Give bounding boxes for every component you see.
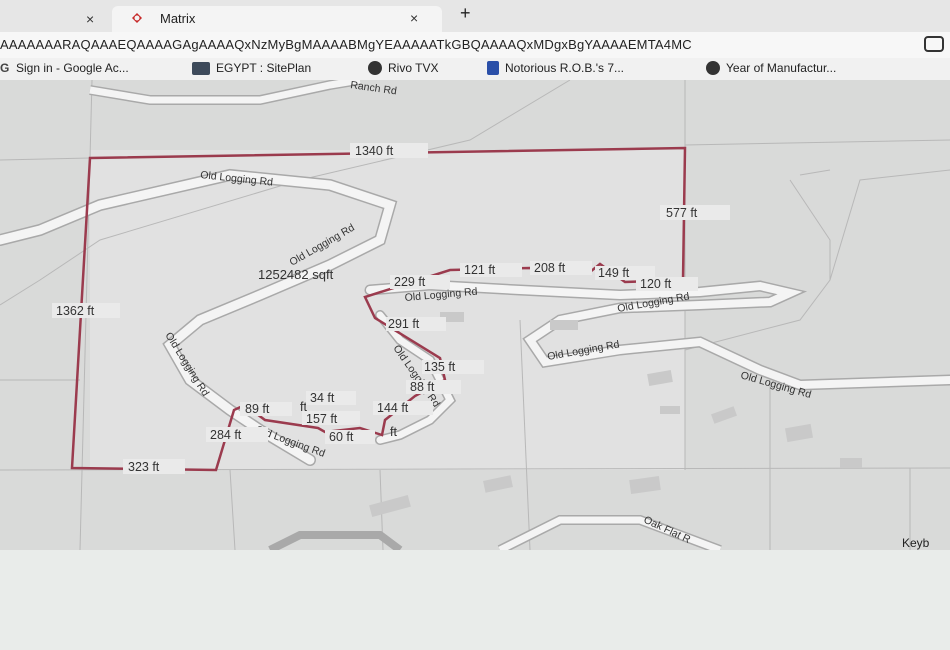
bookmark-label: EGYPT : SitePlan — [216, 61, 312, 75]
google-icon: G — [0, 61, 10, 75]
bookmark-egypt-siteplan[interactable]: EGYPT : SitePlan — [192, 61, 311, 75]
siteplan-icon — [192, 61, 210, 75]
dimension-label: 323 ft — [128, 460, 160, 474]
screen-glare-area — [0, 550, 950, 650]
close-tab-icon[interactable]: × — [86, 11, 94, 27]
matrix-favicon-icon — [130, 11, 144, 25]
bookmark-label: Year of Manufactur... — [726, 61, 837, 75]
dimension-label: 88 ft — [410, 380, 435, 394]
map-canvas[interactable]: Ranch Rd Old Logging Rd Old Logging Rd O… — [0, 80, 950, 550]
bookmark-label: Sign in - Google Ac... — [16, 61, 129, 75]
dimension-label: 157 ft — [306, 412, 338, 426]
dimension-label: 1340 ft — [355, 144, 394, 158]
dimension-label: 135 ft — [424, 360, 456, 374]
dimension-label: 34 ft — [310, 391, 335, 405]
dimension-label: 577 ft — [666, 206, 698, 220]
bookmark-label: Rivo TVX — [388, 61, 439, 75]
bookmark-label: Notorious R.O.B.'s 7... — [505, 61, 624, 75]
tab-title: Matrix — [160, 11, 196, 26]
dimension-label: 121 ft — [464, 263, 496, 277]
bookmark-icon — [487, 61, 499, 75]
extension-icon[interactable] — [924, 36, 944, 52]
globe-icon — [368, 61, 382, 75]
dimension-label: 208 ft — [534, 261, 566, 275]
url-text[interactable]: AAAAAAARAQAAAEQAAAAGAgAAAAQxNzMyBgMAAAAB… — [0, 37, 692, 52]
tab-strip: × Matrix × + — [0, 0, 950, 32]
dimension-label: 120 ft — [640, 277, 672, 291]
dimension-label: 89 ft — [245, 402, 270, 416]
site-plan-map[interactable]: Ranch Rd Old Logging Rd Old Logging Rd O… — [0, 80, 950, 550]
new-tab-icon[interactable]: + — [460, 3, 471, 24]
bookmark-notorious-rob[interactable]: Notorious R.O.B.'s 7... — [487, 61, 624, 75]
dimension-label: 291 ft — [388, 317, 420, 331]
dimension-label: 144 ft — [377, 401, 409, 415]
bookmark-rivo-tvx[interactable]: Rivo TVX — [368, 61, 438, 75]
close-tab-icon[interactable]: × — [410, 10, 418, 26]
dimension-label: 284 ft — [210, 428, 242, 442]
tab-previous[interactable]: × — [0, 6, 110, 32]
tab-matrix[interactable]: Matrix × — [112, 6, 442, 32]
dimension-label: 1362 ft — [56, 304, 95, 318]
dimension-label: 149 ft — [598, 266, 630, 280]
bookmark-google-signin[interactable]: G Sign in - Google Ac... — [0, 61, 129, 75]
bookmarks-bar: G Sign in - Google Ac... EGYPT : SitePla… — [0, 58, 950, 81]
address-bar[interactable]: AAAAAAARAQAAAEQAAAAGAgAAAAQxNzMyBgMAAAAB… — [0, 32, 950, 58]
keyboard-label: Keyb — [902, 536, 930, 550]
area-label: 1252482 sqft — [258, 267, 334, 282]
bookmark-year-of-manufacture[interactable]: Year of Manufactur... — [706, 61, 836, 75]
dimension-label: ft — [390, 425, 397, 439]
dimension-label: 229 ft — [394, 275, 426, 289]
dimension-label: 60 ft — [329, 430, 354, 444]
globe-icon — [706, 61, 720, 75]
